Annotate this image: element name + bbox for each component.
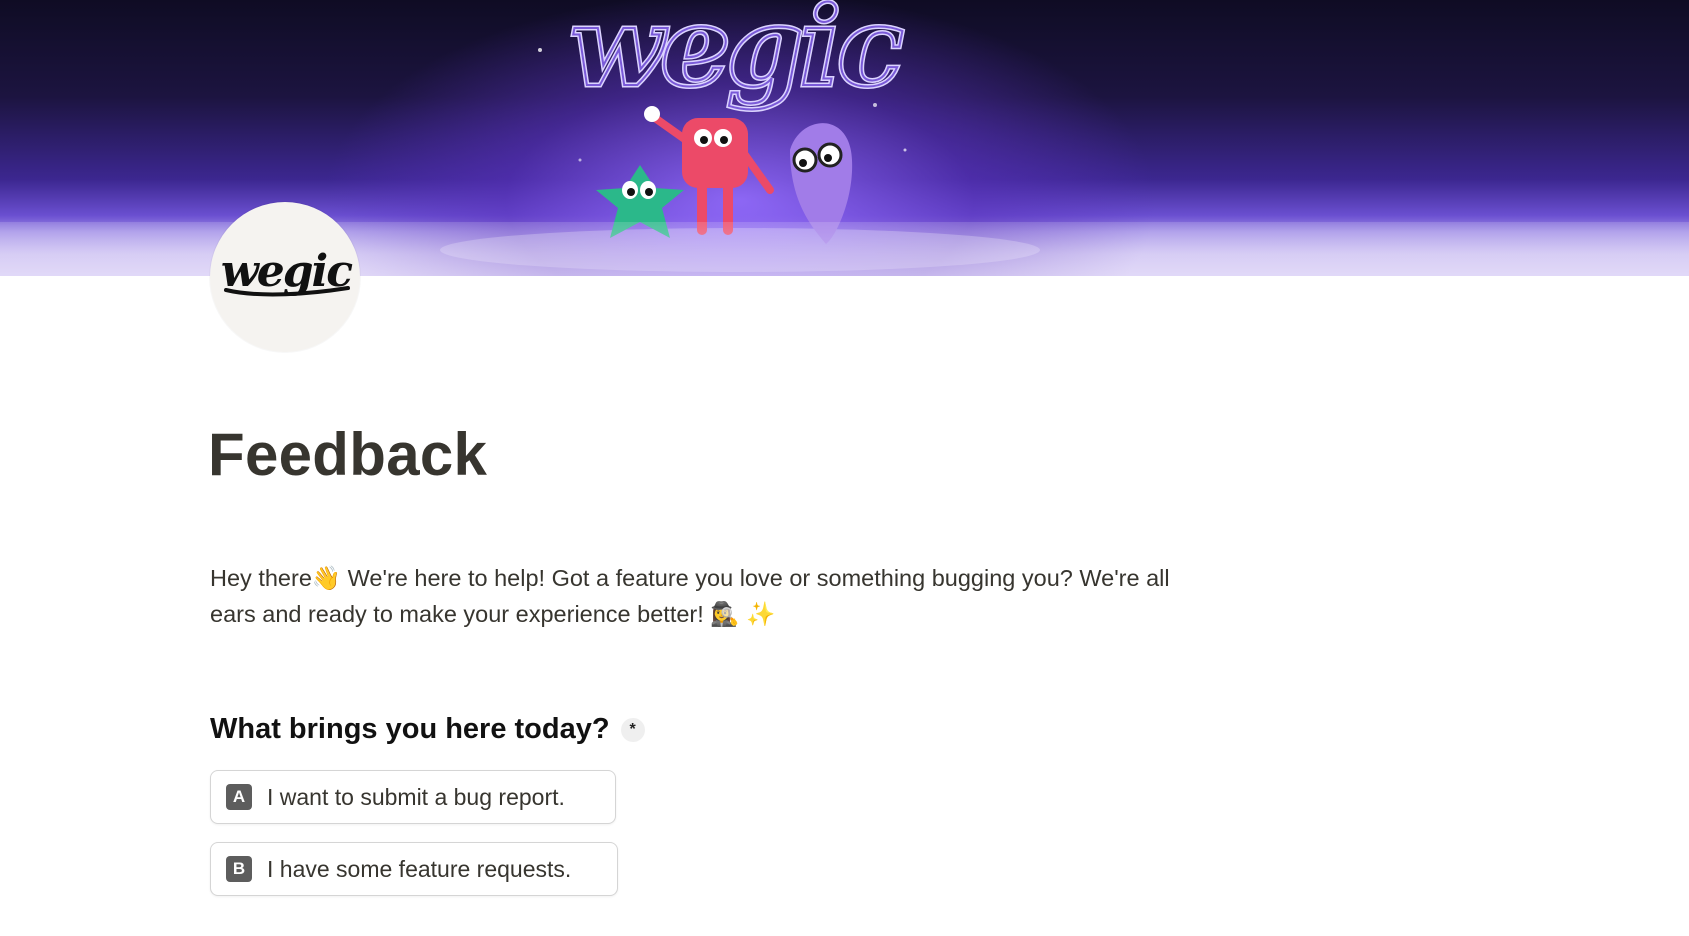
option-label: I have some feature requests. xyxy=(267,855,572,882)
page-title: Feedback xyxy=(208,421,488,488)
svg-text:wegic: wegic xyxy=(570,0,903,111)
option-key-badge: B xyxy=(226,856,252,882)
intro-text: Hey there👋 We're here to help! Got a fea… xyxy=(210,560,1290,632)
option-key-badge: A xyxy=(226,784,252,810)
intro-line-1: Hey there👋 We're here to help! Got a fea… xyxy=(210,565,1170,591)
option-feature-requests[interactable]: B I have some feature requests. xyxy=(210,842,618,896)
required-indicator: * xyxy=(620,717,645,742)
wegic-logo: wegic xyxy=(221,246,355,297)
intro-line-2: ears and ready to make your experience b… xyxy=(210,601,776,627)
question-text: What brings you here today? xyxy=(210,713,610,745)
option-bug-report[interactable]: A I want to submit a bug report. xyxy=(210,770,616,824)
question-label: What brings you here today? * xyxy=(210,713,645,746)
page-icon-avatar: wegic xyxy=(210,202,360,352)
option-label: I want to submit a bug report. xyxy=(267,783,565,810)
